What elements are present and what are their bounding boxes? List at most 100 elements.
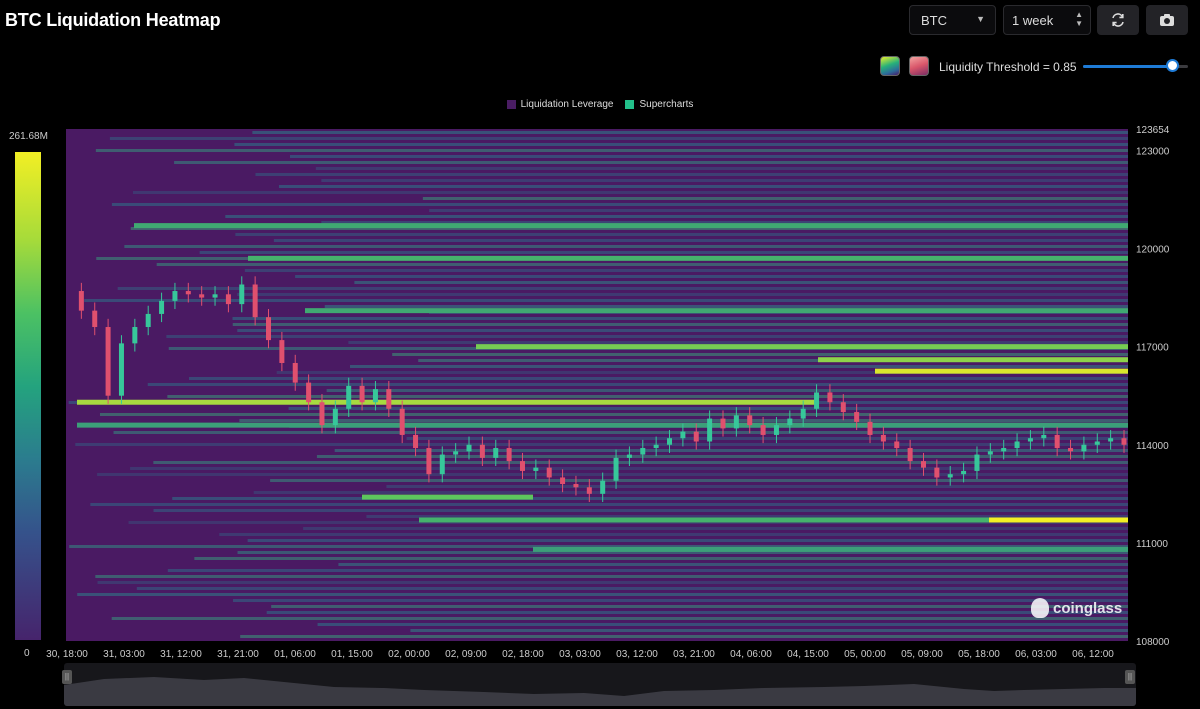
x-tick-label: 30, 18:00 xyxy=(46,649,88,660)
price-candle xyxy=(386,389,392,409)
coinglass-watermark: coinglass xyxy=(1031,598,1122,618)
price-candle xyxy=(359,385,365,403)
price-candle xyxy=(1068,448,1074,452)
x-tick-label: 31, 12:00 xyxy=(160,649,202,660)
heatmap-texture-band xyxy=(153,461,1128,464)
price-candle xyxy=(413,434,419,449)
x-tick-label: 05, 09:00 xyxy=(901,649,943,660)
price-candle xyxy=(640,448,646,455)
x-tick-label: 06, 03:00 xyxy=(1015,649,1057,660)
heatmap-texture-band xyxy=(240,635,1129,638)
price-candle xyxy=(586,487,592,494)
price-candle xyxy=(225,294,231,305)
heatmap-texture-band xyxy=(354,281,1128,284)
price-candle xyxy=(506,448,512,462)
price-candle xyxy=(987,451,993,455)
heatmap-texture-band xyxy=(386,485,1128,488)
liquidity-band xyxy=(134,223,1128,229)
y-tick-label: 123000 xyxy=(1136,146,1170,157)
price-candle xyxy=(372,389,378,403)
heatmap-texture-band xyxy=(174,161,1129,164)
price-candle xyxy=(907,448,913,462)
heatmap-texture-band xyxy=(289,155,1129,158)
x-tick-label: 03, 12:00 xyxy=(616,649,658,660)
price-candle xyxy=(132,327,138,344)
heatmap-texture-band xyxy=(247,539,1128,542)
price-candle xyxy=(118,343,124,396)
price-candle xyxy=(814,392,820,409)
liquidity-band xyxy=(248,255,1128,261)
price-candle xyxy=(292,362,298,383)
price-candle xyxy=(1001,448,1007,452)
heatmap-texture-band xyxy=(406,437,1128,440)
x-tick-label: 02, 09:00 xyxy=(445,649,487,660)
y-tick-label: 114000 xyxy=(1136,441,1169,452)
price-candle xyxy=(693,431,699,442)
price-candle xyxy=(1108,438,1114,442)
price-candle xyxy=(172,291,178,301)
price-candle xyxy=(78,291,84,311)
heatmap-texture-band xyxy=(288,407,1128,410)
heatmap-texture-band xyxy=(95,575,1128,578)
x-tick-label: 03, 21:00 xyxy=(673,649,715,660)
heatmap-texture-band xyxy=(252,131,1129,134)
heatmap-texture-band xyxy=(167,395,1128,398)
heatmap-texture-band xyxy=(97,473,1129,476)
heatmap-texture-band xyxy=(95,149,1128,152)
heatmap-texture-band xyxy=(348,341,1129,344)
price-candle xyxy=(212,294,218,298)
heatmap-texture-band xyxy=(321,179,1129,182)
x-tick-label: 31, 03:00 xyxy=(103,649,145,660)
heatmap-texture-band xyxy=(232,323,1128,326)
heatmap-texture-band xyxy=(324,305,1129,308)
price-candle xyxy=(399,408,405,435)
x-tick-label: 01, 15:00 xyxy=(331,649,373,660)
price-candle xyxy=(493,448,499,458)
price-candle xyxy=(961,470,967,475)
heatmap-texture-band xyxy=(295,275,1129,278)
price-candle xyxy=(453,451,459,455)
heatmap-texture-band xyxy=(303,527,1128,530)
liquidity-band xyxy=(875,368,1128,374)
heatmap-texture-band xyxy=(235,233,1128,236)
heatmap-texture-band xyxy=(188,377,1128,380)
liquidity-band xyxy=(419,517,989,523)
heatmap-texture-band xyxy=(166,335,1128,338)
price-candle xyxy=(880,434,886,442)
navigator-left-handle[interactable]: || xyxy=(62,670,72,684)
heatmap-texture-band xyxy=(315,167,1128,170)
heatmap-texture-band xyxy=(199,251,1128,254)
heatmap-texture-band xyxy=(124,245,1128,248)
price-candle xyxy=(266,317,272,341)
price-candle xyxy=(105,327,111,396)
price-candle xyxy=(1014,441,1020,449)
heatmap-texture-band xyxy=(167,569,1129,572)
y-tick-label: 120000 xyxy=(1136,245,1170,256)
liquidity-band xyxy=(476,344,1128,350)
price-candle xyxy=(934,467,940,478)
heatmap-texture-band xyxy=(253,491,1128,494)
heatmap-texture-band xyxy=(410,629,1128,632)
navigator-right-handle[interactable]: || xyxy=(1125,670,1135,684)
heatmap-texture-band xyxy=(237,293,1129,296)
heatmap-texture-band xyxy=(77,593,1128,596)
price-candle xyxy=(252,284,258,318)
price-candle xyxy=(974,454,980,471)
price-candle xyxy=(854,412,860,422)
heatmap-texture-band xyxy=(136,587,1128,590)
time-navigator[interactable] xyxy=(64,663,1136,706)
price-candle xyxy=(185,291,191,295)
price-candle xyxy=(707,418,713,442)
heatmap-chart[interactable]: 123654 123000 120000 117000 114000 111000 1080… xyxy=(0,0,1200,665)
price-candle xyxy=(680,431,686,439)
price-candle xyxy=(600,480,606,494)
liquidity-band xyxy=(305,308,1128,314)
navigator-sparkline xyxy=(64,677,1136,706)
price-candle xyxy=(533,467,539,471)
price-candle xyxy=(1054,434,1060,449)
heatmap-texture-band xyxy=(113,431,1129,434)
price-candle xyxy=(159,300,165,314)
price-candle xyxy=(346,385,352,409)
price-candle xyxy=(733,415,739,429)
price-candle xyxy=(747,415,753,426)
